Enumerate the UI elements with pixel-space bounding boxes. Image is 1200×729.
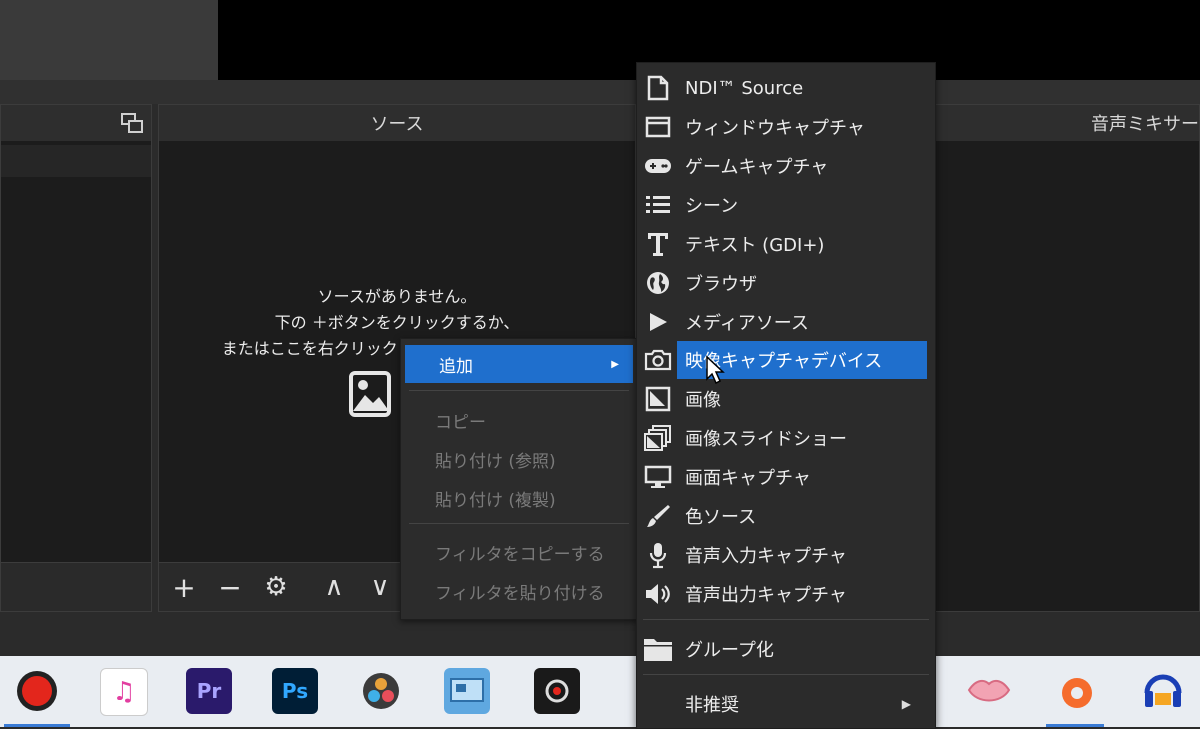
audio-mixer-title: 音声ミキサー	[931, 105, 1199, 141]
gamepad-icon	[643, 152, 673, 180]
sources-dock-title: ソース	[159, 105, 635, 141]
submenu-arrow-icon: ▶	[901, 697, 911, 711]
submenu-window-capture[interactable]: ウィンドウキャプチャ	[637, 108, 935, 146]
submenu-label: グループ化	[685, 640, 774, 661]
window-icon	[643, 113, 673, 141]
submenu-audio-output-capture[interactable]: 音声出力キャプチャ	[637, 575, 935, 613]
submenu-text-gdi[interactable]: テキスト (GDI+)	[637, 225, 935, 263]
sources-empty-line2: 下の ＋ボタンをクリックするか、	[274, 313, 520, 332]
scene-list-row[interactable]	[1, 145, 151, 177]
submenu-image[interactable]: 画像	[637, 380, 935, 418]
control-panel-icon[interactable]	[444, 668, 490, 714]
source-context-menu: 追加 ▶ コピー 貼り付け (参照) 貼り付け (複製) フィルタをコピーする …	[400, 338, 638, 620]
preview-divider	[0, 80, 1200, 104]
submenu-label: 非推奨	[685, 695, 739, 716]
context-menu-add-label: 追加	[439, 356, 473, 377]
windows-taskbar: ♫ Pr Ps	[0, 656, 1200, 727]
scenes-toolbar	[1, 562, 151, 611]
submenu-label: 画像スライドショー	[685, 429, 847, 450]
scenes-dock	[0, 104, 152, 612]
move-down-button[interactable]: ∨	[363, 571, 397, 603]
list-icon	[643, 191, 673, 219]
microphone-icon	[643, 541, 673, 569]
submenu-label: ブラウザ	[685, 274, 757, 295]
audacity-icon[interactable]	[1140, 668, 1186, 714]
context-menu-paste-filters[interactable]: フィルタを貼り付ける	[401, 572, 637, 610]
origin-icon[interactable]	[1054, 668, 1100, 714]
submenu-image-slideshow[interactable]: 画像スライドショー	[637, 419, 935, 457]
remove-source-button[interactable]: −	[213, 571, 247, 604]
add-source-submenu: NDI™ Source ウィンドウキャプチャ ゲームキャプチャ シーン テキスト…	[636, 62, 936, 729]
submenu-label: 画面キャプチャ	[685, 468, 811, 489]
submenu-ndi-source[interactable]: NDI™ Source	[637, 69, 935, 107]
context-menu-add[interactable]: 追加 ▶	[405, 345, 633, 383]
submenu-color-source[interactable]: 色ソース	[637, 497, 935, 535]
photoshop-icon[interactable]: Ps	[272, 668, 318, 714]
image-icon	[643, 385, 673, 413]
submenu-video-capture-device[interactable]: 映像キャプチャデバイス	[637, 341, 935, 385]
move-up-button[interactable]: ∧	[317, 571, 351, 603]
context-menu-paste-duplicate[interactable]: 貼り付け (複製)	[401, 479, 637, 517]
folder-icon	[643, 635, 673, 663]
submenu-browser[interactable]: ブラウザ	[637, 264, 935, 302]
menu-separator	[643, 674, 929, 675]
davinci-resolve-icon[interactable]	[358, 668, 404, 714]
submenu-arrow-icon: ▶	[611, 358, 619, 370]
audio-mixer-dock: 音声ミキサー	[930, 104, 1200, 612]
file-icon	[643, 74, 673, 102]
play-icon	[643, 308, 673, 336]
submenu-media-source[interactable]: メディアソース	[637, 303, 935, 341]
lips-app-icon[interactable]	[966, 668, 1012, 714]
submenu-label: テキスト (GDI+)	[685, 235, 825, 256]
submenu-label: 色ソース	[685, 507, 757, 528]
menu-separator	[643, 619, 929, 620]
brush-icon	[643, 502, 673, 530]
monitor-icon	[643, 463, 673, 491]
submenu-label: 画像	[685, 390, 721, 411]
menu-separator	[409, 523, 629, 524]
submenu-game-capture[interactable]: ゲームキャプチャ	[637, 147, 935, 185]
submenu-deprecated[interactable]: 非推奨 ▶	[637, 685, 935, 723]
context-menu-paste-reference[interactable]: 貼り付け (参照)	[401, 440, 637, 478]
camera-icon	[643, 346, 673, 374]
submenu-label: 音声入力キャプチャ	[685, 546, 847, 567]
submenu-label: NDI™ Source	[685, 77, 804, 99]
add-source-button[interactable]: +	[167, 571, 201, 604]
top-left-panel	[0, 0, 218, 80]
text-icon	[643, 230, 673, 258]
context-menu-copy-filters[interactable]: フィルタをコピーする	[401, 533, 637, 571]
speaker-icon	[643, 580, 673, 608]
context-menu-copy[interactable]: コピー	[401, 401, 637, 439]
globe-icon	[643, 269, 673, 297]
submenu-label: ゲームキャプチャ	[685, 157, 829, 178]
submenu-group[interactable]: グループ化	[637, 630, 935, 668]
obs-studio-icon[interactable]	[14, 668, 60, 714]
record-app-icon[interactable]	[534, 668, 580, 714]
submenu-label: シーン	[685, 196, 739, 217]
dock-float-icon[interactable]	[121, 113, 143, 133]
submenu-label: 音声出力キャプチャ	[685, 585, 847, 606]
image-placeholder-icon	[349, 371, 393, 421]
premiere-pro-icon[interactable]: Pr	[186, 668, 232, 714]
submenu-audio-input-capture[interactable]: 音声入力キャプチャ	[637, 536, 935, 574]
source-properties-button[interactable]: ⚙	[259, 571, 293, 603]
menu-separator	[409, 390, 629, 391]
submenu-label: ウィンドウキャプチャ	[685, 118, 865, 139]
sources-empty-line1: ソースがありません。	[317, 287, 477, 306]
submenu-display-capture[interactable]: 画面キャプチャ	[637, 458, 935, 496]
submenu-scene[interactable]: シーン	[637, 186, 935, 224]
itunes-icon[interactable]: ♫	[100, 668, 148, 716]
submenu-label: メディアソース	[685, 313, 809, 334]
slideshow-icon	[643, 424, 673, 452]
